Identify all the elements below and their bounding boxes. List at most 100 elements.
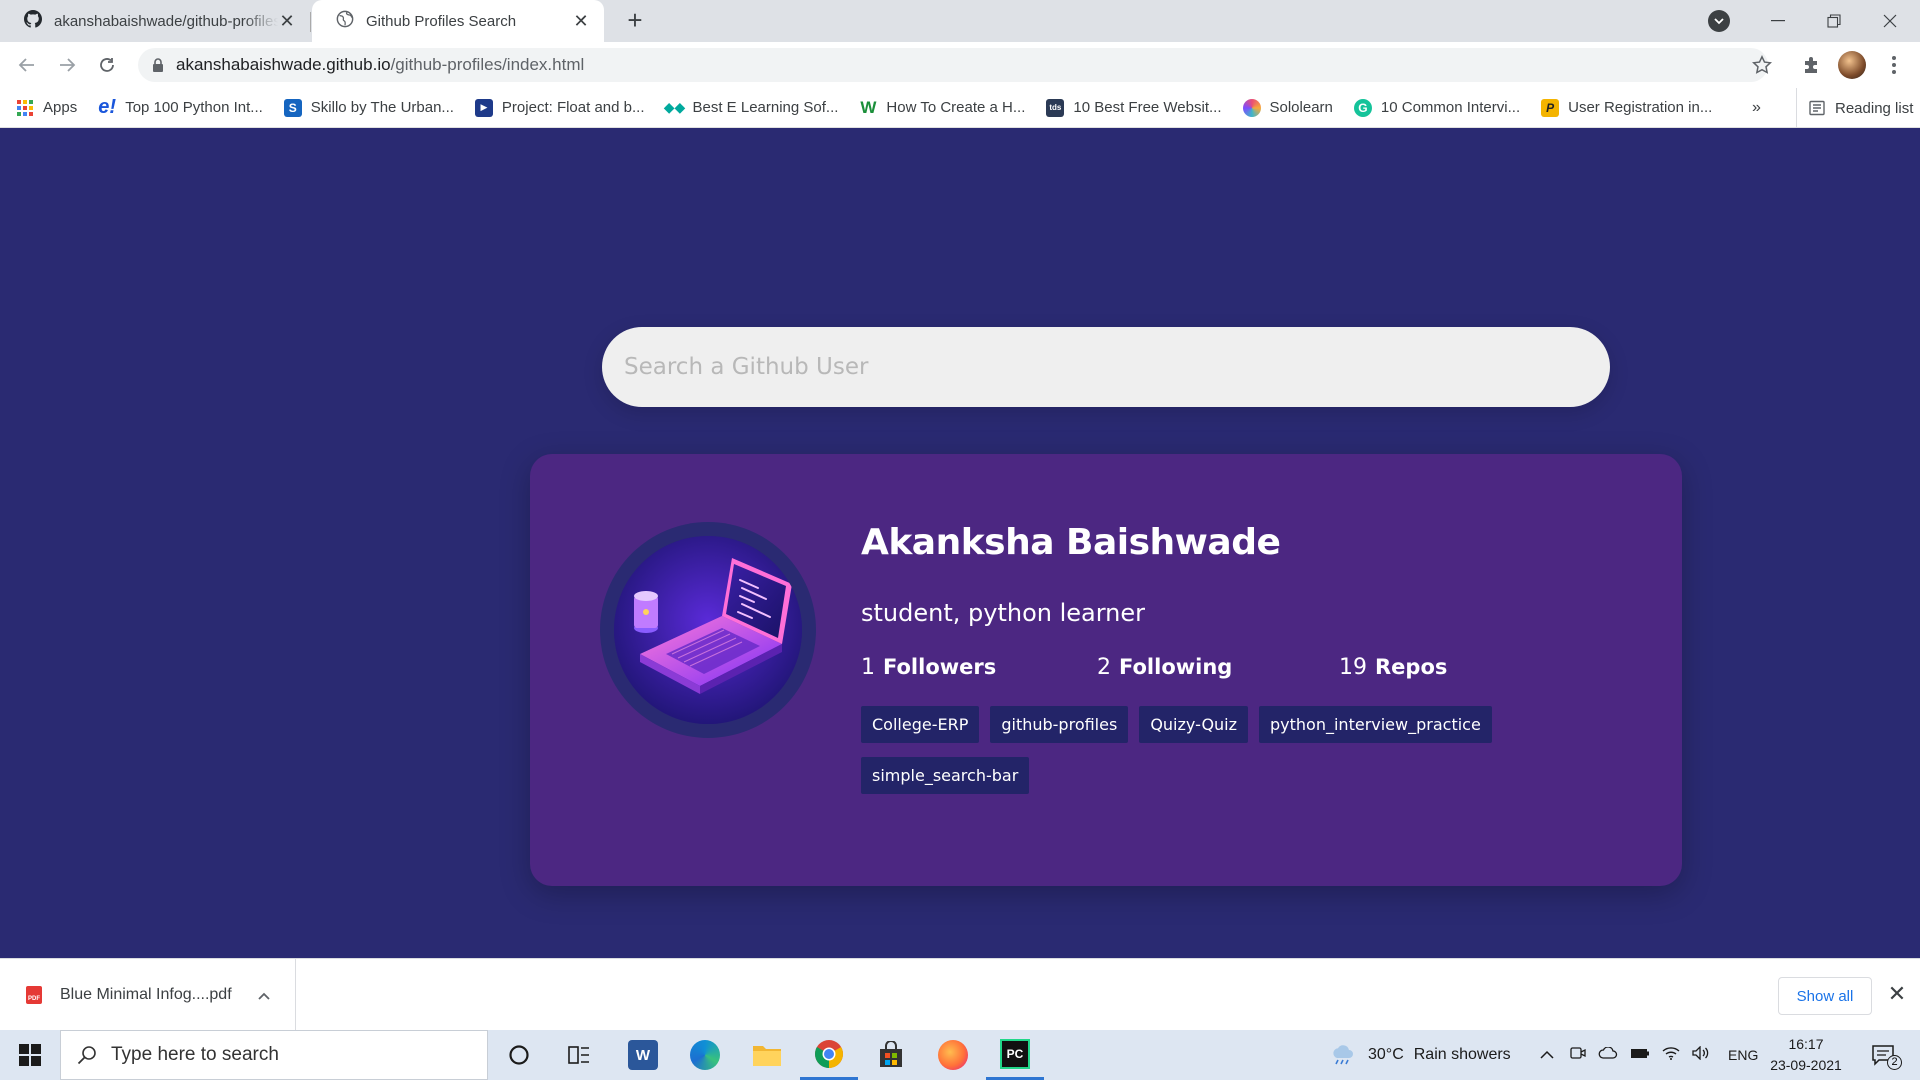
- chevron-up-icon[interactable]: [1540, 1046, 1554, 1064]
- bookmark-item[interactable]: Sololearn: [1242, 98, 1333, 117]
- language-indicator[interactable]: ENG: [1728, 1047, 1758, 1063]
- close-window-button[interactable]: [1862, 0, 1918, 42]
- tab-title: akanshabaishwade/github-profiles: [54, 12, 278, 30]
- volume-icon[interactable]: [1692, 1044, 1710, 1065]
- store-app[interactable]: [862, 1030, 920, 1080]
- extensions-button[interactable]: [1798, 51, 1826, 79]
- bookmark-item[interactable]: tds 10 Best Free Websit...: [1046, 98, 1222, 117]
- repo-link[interactable]: github-profiles: [990, 706, 1129, 743]
- minimize-icon: [1771, 20, 1785, 22]
- notification-center-button[interactable]: 2: [1864, 1038, 1904, 1072]
- user-info: Akanksha Baishwade student, python learn…: [861, 522, 1561, 808]
- avatar: [600, 522, 816, 738]
- following-label: Following: [1119, 655, 1233, 679]
- stat-repos: 19 Repos: [1339, 655, 1447, 680]
- clock-time: 16:17: [1788, 1036, 1824, 1052]
- bookmark-item[interactable]: ◆◆ Best E Learning Sof...: [664, 99, 839, 117]
- bookmark-label: Sololearn: [1269, 99, 1333, 116]
- bookmark-item[interactable]: e! Top 100 Python Int...: [98, 96, 263, 118]
- word-app[interactable]: W: [614, 1030, 672, 1080]
- wifi-icon[interactable]: [1662, 1046, 1680, 1065]
- restore-button[interactable]: [1806, 0, 1862, 42]
- reload-icon: [100, 58, 114, 72]
- repos-count: 19: [1339, 655, 1367, 680]
- battery-icon[interactable]: [1630, 1046, 1650, 1064]
- more-vert-icon: [1892, 56, 1896, 74]
- start-button[interactable]: [0, 1030, 60, 1080]
- taskbar-search-input[interactable]: [111, 1044, 451, 1066]
- back-button[interactable]: [12, 50, 42, 80]
- weather-widget[interactable]: 30°C Rain showers: [1330, 1030, 1511, 1080]
- weather-temp: 30°C: [1368, 1046, 1404, 1063]
- following-count: 2: [1097, 655, 1111, 680]
- task-view-icon: [568, 1046, 589, 1064]
- repo-link[interactable]: Quizy-Quiz: [1139, 706, 1249, 743]
- system-clock[interactable]: 16:17 23-09-2021: [1764, 1034, 1848, 1076]
- pycharm-app[interactable]: PC: [986, 1030, 1044, 1080]
- bookmark-star-button[interactable]: [1748, 51, 1776, 79]
- minimize-button[interactable]: [1750, 0, 1806, 42]
- github-user-search-input[interactable]: [602, 327, 1610, 407]
- repos-label: Repos: [1375, 655, 1448, 679]
- menu-button[interactable]: [1880, 51, 1908, 79]
- bookmarks-overflow-button[interactable]: »: [1752, 88, 1761, 128]
- show-all-button[interactable]: Show all: [1778, 977, 1872, 1015]
- bookmark-item[interactable]: ▶ Project: Float and b...: [474, 98, 645, 117]
- chevron-up-icon[interactable]: [258, 987, 270, 1003]
- play-icon: ▶: [474, 98, 493, 117]
- repo-link[interactable]: College-ERP: [861, 706, 980, 743]
- chrome-icon: [815, 1039, 843, 1068]
- address-bar[interactable]: akanshabaishwade.github.io/github-profil…: [138, 48, 1768, 82]
- puzzle-icon: [1805, 57, 1817, 73]
- bookmark-label: How To Create a H...: [886, 99, 1026, 116]
- file-explorer-app[interactable]: [738, 1030, 796, 1080]
- page-content: Akanksha Baishwade student, python learn…: [0, 128, 1920, 958]
- cortana-button[interactable]: [490, 1030, 548, 1080]
- folder-icon: [753, 1046, 781, 1066]
- bookmark-label: Skillo by The Urban...: [310, 99, 454, 116]
- repo-list: College-ERP github-profiles Quizy-Quiz p…: [861, 706, 1561, 808]
- close-icon[interactable]: ✕: [1884, 981, 1910, 1007]
- meet-now-icon[interactable]: [1570, 1046, 1586, 1065]
- taskbar-search-box[interactable]: [60, 1030, 488, 1080]
- chrome-app[interactable]: [800, 1030, 858, 1080]
- p-icon: P: [1541, 98, 1560, 117]
- pdf-file-icon: PDF: [26, 986, 42, 1004]
- edge-app[interactable]: [676, 1030, 734, 1080]
- onedrive-icon[interactable]: [1598, 1046, 1618, 1064]
- tds-icon: tds: [1046, 98, 1065, 117]
- download-item[interactable]: PDF Blue Minimal Infog....pdf: [0, 959, 296, 1031]
- close-icon[interactable]: ✕: [278, 11, 296, 31]
- lock-icon[interactable]: [152, 58, 164, 72]
- arrow-right-icon: [60, 58, 76, 72]
- repo-link[interactable]: simple_search-bar: [861, 757, 1030, 794]
- tab-search-button[interactable]: [1708, 10, 1730, 32]
- bookmark-label: Project: Float and b...: [501, 99, 645, 116]
- tab-github-repo[interactable]: akanshabaishwade/github-profiles ✕: [0, 0, 310, 42]
- bookmark-item[interactable]: P User Registration in...: [1541, 98, 1712, 117]
- bookmark-item[interactable]: S Skillo by The Urban...: [283, 98, 454, 117]
- forward-button[interactable]: [52, 50, 82, 80]
- bookmark-item[interactable]: G 10 Common Intervi...: [1353, 98, 1520, 117]
- task-view-button[interactable]: [550, 1030, 608, 1080]
- profile-avatar[interactable]: [1838, 51, 1866, 79]
- close-icon[interactable]: ✕: [572, 11, 590, 31]
- new-tab-button[interactable]: +: [622, 7, 648, 34]
- url-host: akanshabaishwade.github.io: [176, 55, 391, 74]
- tab-github-profiles-search[interactable]: Github Profiles Search ✕: [312, 0, 604, 42]
- clock-date: 23-09-2021: [1770, 1057, 1842, 1073]
- bookmark-item[interactable]: W How To Create a H...: [859, 98, 1026, 117]
- reading-list-button[interactable]: Reading list: [1796, 88, 1913, 128]
- rain-cloud-icon: [1333, 1045, 1353, 1065]
- reading-list-label: Reading list: [1835, 99, 1914, 117]
- close-icon: [1883, 14, 1897, 28]
- bookmark-apps[interactable]: Apps: [16, 99, 77, 117]
- bookmarks-bar: Apps e! Top 100 Python Int... S Skillo b…: [0, 88, 1920, 128]
- repo-link[interactable]: python_interview_practice: [1259, 706, 1492, 743]
- reload-button[interactable]: [92, 50, 122, 80]
- grammarly-icon: G: [1353, 98, 1372, 117]
- firefox-app[interactable]: [924, 1030, 982, 1080]
- laptop-illustration-icon: [614, 536, 802, 724]
- sololearn-icon: [1242, 98, 1261, 117]
- followers-count: 1: [861, 655, 875, 680]
